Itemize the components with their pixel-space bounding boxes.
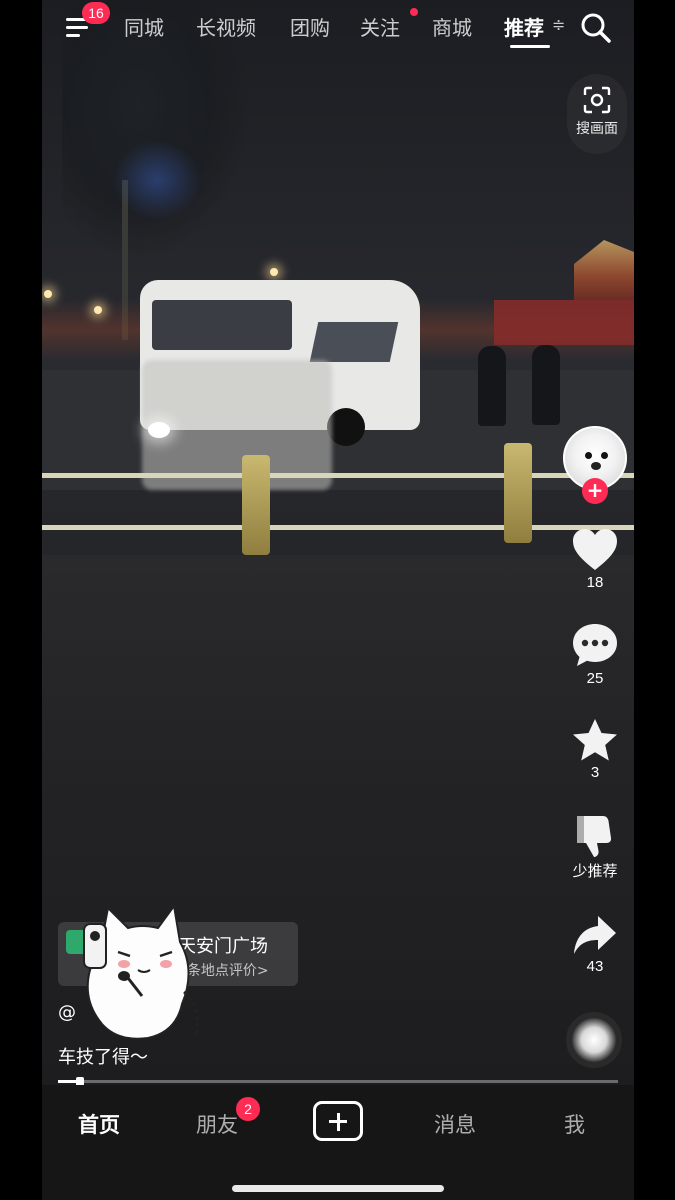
tab-group-buy[interactable]: 团购	[290, 12, 330, 41]
street-lamp	[94, 306, 102, 314]
share-count: 43	[586, 958, 604, 975]
create-button[interactable]	[313, 1101, 363, 1141]
video-progress[interactable]	[58, 1077, 618, 1086]
motorcycle-headlight	[148, 422, 170, 438]
nav-friends[interactable]: 朋友	[196, 1109, 238, 1139]
not-interested-button[interactable]: 少推荐	[564, 812, 626, 881]
menu-icon	[66, 26, 88, 29]
like-count: 18	[586, 574, 604, 591]
scan-image-button[interactable]: 搜画面	[567, 74, 627, 154]
share-button[interactable]: 43	[564, 914, 626, 975]
thumbs-down-icon	[577, 816, 612, 857]
avatar-eye	[601, 452, 608, 459]
music-disc[interactable]	[566, 1012, 622, 1068]
home-indicator	[232, 1185, 444, 1192]
search-icon	[581, 13, 611, 43]
scan-icon	[583, 86, 611, 114]
tab-underline	[510, 45, 550, 48]
tab-following[interactable]: 关注	[360, 12, 400, 41]
not-interested-label: 少推荐	[572, 863, 618, 880]
top-nav: 16 同城 长视频 团购 关注 商城 推荐 ≑	[42, 0, 634, 56]
favorite-count: 3	[590, 764, 600, 781]
blue-light	[112, 140, 202, 220]
fence-rail	[42, 525, 634, 530]
following-dot	[410, 8, 418, 16]
menu-badge: 16	[82, 2, 110, 24]
building	[494, 300, 634, 345]
fence-post	[504, 443, 532, 543]
avatar-eye	[585, 452, 592, 459]
gate-tower	[574, 240, 634, 300]
fence-post	[242, 455, 270, 555]
road-fence	[42, 443, 634, 555]
van-window	[152, 300, 292, 350]
cat-sticker	[83, 903, 199, 1040]
like-button[interactable]: 18	[564, 528, 626, 591]
comment-icon	[573, 624, 617, 666]
nav-home[interactable]: 首页	[78, 1109, 120, 1139]
author-handle[interactable]: @	[58, 1002, 76, 1023]
tab-mall[interactable]: 商城	[432, 12, 472, 41]
street-lamp	[270, 268, 278, 276]
nav-me[interactable]: 我	[564, 1109, 585, 1139]
follow-button[interactable]: +	[582, 478, 608, 504]
nav-messages[interactable]: 消息	[434, 1109, 476, 1139]
van-wheel	[327, 408, 365, 446]
plus-icon	[336, 1112, 340, 1131]
phone-screen: 16 同城 长视频 团购 关注 商城 推荐 ≑ 搜画面 + 18 25 3 少推…	[0, 0, 675, 1200]
avatar-nose	[591, 462, 601, 470]
comment-count: 25	[586, 670, 604, 687]
share-arrow-icon	[574, 916, 616, 954]
comment-button[interactable]: 25	[564, 622, 626, 687]
van-windshield	[309, 322, 399, 362]
bottom-nav: 首页 朋友 2 消息 我	[42, 1085, 634, 1200]
star-icon	[573, 719, 617, 761]
search-button[interactable]	[578, 10, 614, 46]
tab-nearby[interactable]: 同城	[124, 12, 164, 41]
pedestrian	[532, 345, 560, 425]
friends-badge: 2	[236, 1097, 260, 1121]
menu-icon	[66, 34, 80, 37]
video-caption: 车技了得～	[58, 1047, 148, 1068]
fence-rail	[42, 473, 634, 478]
favorite-button[interactable]: 3	[564, 718, 626, 781]
tab-long-video[interactable]: 长视频	[196, 12, 256, 41]
tab-recommend[interactable]: 推荐	[504, 12, 544, 41]
tab-more[interactable]: ≑	[552, 15, 565, 34]
heart-icon	[573, 529, 617, 570]
scan-label: 搜画面	[576, 121, 618, 137]
street-lamp	[44, 290, 52, 298]
pedestrian	[478, 346, 506, 426]
